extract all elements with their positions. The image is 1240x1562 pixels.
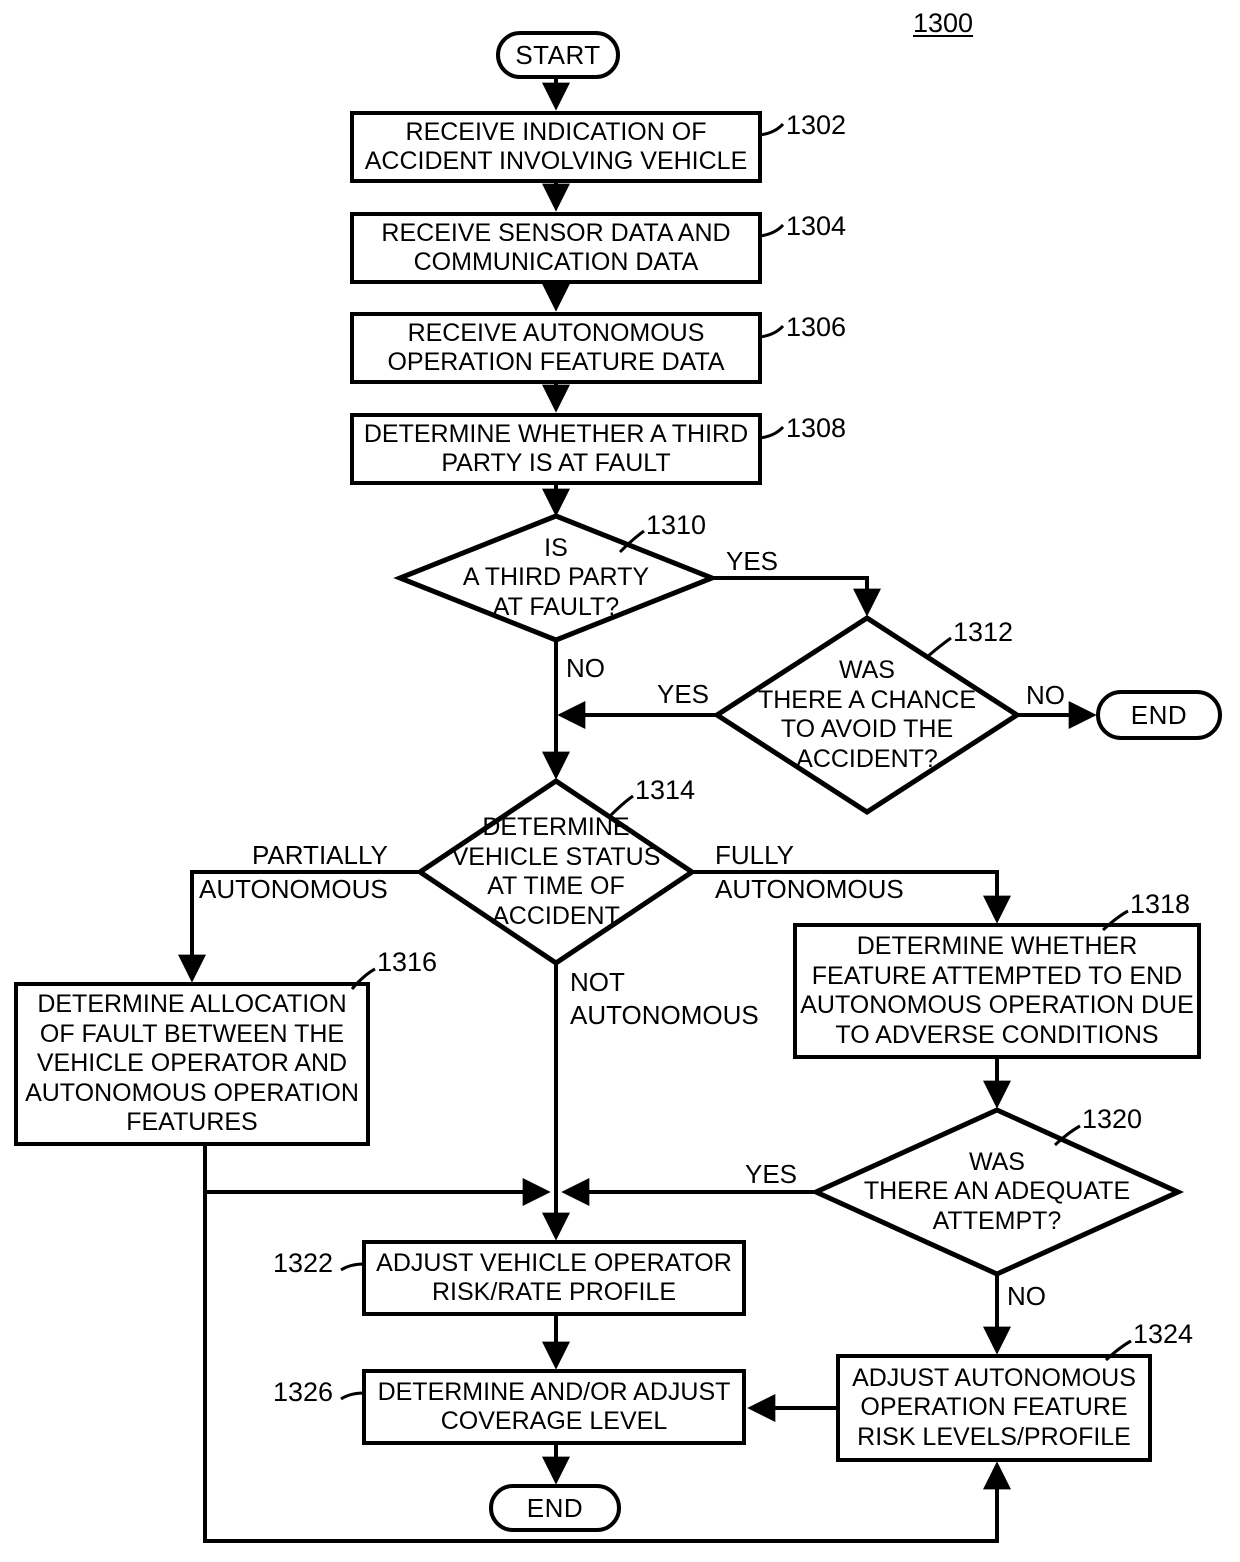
ref-number-1312: 1312: [953, 617, 1014, 647]
edge-label-1314-fully-line1: FULLY: [715, 840, 794, 870]
flowchart-canvas: 1300 START END END RECEIVE INDICATION OF…: [0, 0, 1240, 1562]
leader-1312: [926, 636, 952, 659]
ref-number-1308: 1308: [786, 413, 847, 443]
leader-1306: [759, 324, 785, 339]
ref-number-1322: 1322: [273, 1248, 334, 1278]
process-box-1326: [362, 1369, 746, 1445]
edge-label-1312-no: NO: [1026, 680, 1065, 710]
ref-number-1304: 1304: [786, 211, 847, 241]
leader-1304: [759, 223, 785, 238]
ref-number-1324: 1324: [1133, 1319, 1194, 1349]
process-box-1308: [350, 413, 762, 485]
process-box-1322: [362, 1240, 746, 1316]
ref-number-1318: 1318: [1130, 889, 1191, 919]
edge-label-1314-not-line2: AUTONOMOUS: [570, 1000, 759, 1030]
leader-1302: [759, 122, 785, 137]
decision-diamond-1314: [415, 777, 697, 967]
ref-number-1314: 1314: [635, 775, 696, 805]
process-box-1318: [793, 923, 1201, 1059]
process-box-1302: [350, 111, 762, 183]
ref-number-1310: 1310: [646, 510, 707, 540]
leader-1322: [340, 1262, 365, 1272]
end-terminal-right-label: END: [1130, 699, 1188, 730]
ref-number-1316: 1316: [377, 947, 438, 977]
edge-1316-to-merge: [203, 1144, 551, 1206]
leader-1308: [759, 425, 785, 440]
edge-label-1312-yes: YES: [657, 679, 710, 709]
edge-label-1320-yes: YES: [745, 1159, 798, 1189]
leader-1326: [340, 1391, 365, 1401]
start-terminal-label: START: [515, 39, 601, 70]
edge-label-1310-yes: YES: [726, 546, 779, 576]
edge-label-1314-partially-line2: AUTONOMOUS: [199, 874, 388, 904]
edge-label-1314-partially-line1: PARTIALLY: [252, 840, 388, 870]
ref-number-1320: 1320: [1082, 1104, 1143, 1134]
edge-label-1320-no: NO: [1007, 1281, 1046, 1311]
figure-number: 1300: [913, 8, 974, 38]
edge-label-1310-no: NO: [566, 653, 605, 683]
edge-label-1314-fully-line2: AUTONOMOUS: [715, 874, 904, 904]
leader-1314: [607, 794, 634, 819]
process-box-1304: [350, 212, 762, 284]
flowchart-graphics: [14, 31, 1222, 1543]
process-box-1306: [350, 312, 762, 384]
process-box-1324: [836, 1354, 1152, 1462]
end-terminal-bottom-label: END: [526, 1492, 584, 1523]
edge-1310-yes-to-1312: [712, 576, 881, 617]
ref-number-1306: 1306: [786, 312, 847, 342]
process-box-1316: [14, 982, 370, 1146]
edge-label-1314-not-line1: NOT: [570, 967, 625, 997]
ref-number-1302: 1302: [786, 110, 847, 140]
ref-number-1326: 1326: [273, 1377, 334, 1407]
